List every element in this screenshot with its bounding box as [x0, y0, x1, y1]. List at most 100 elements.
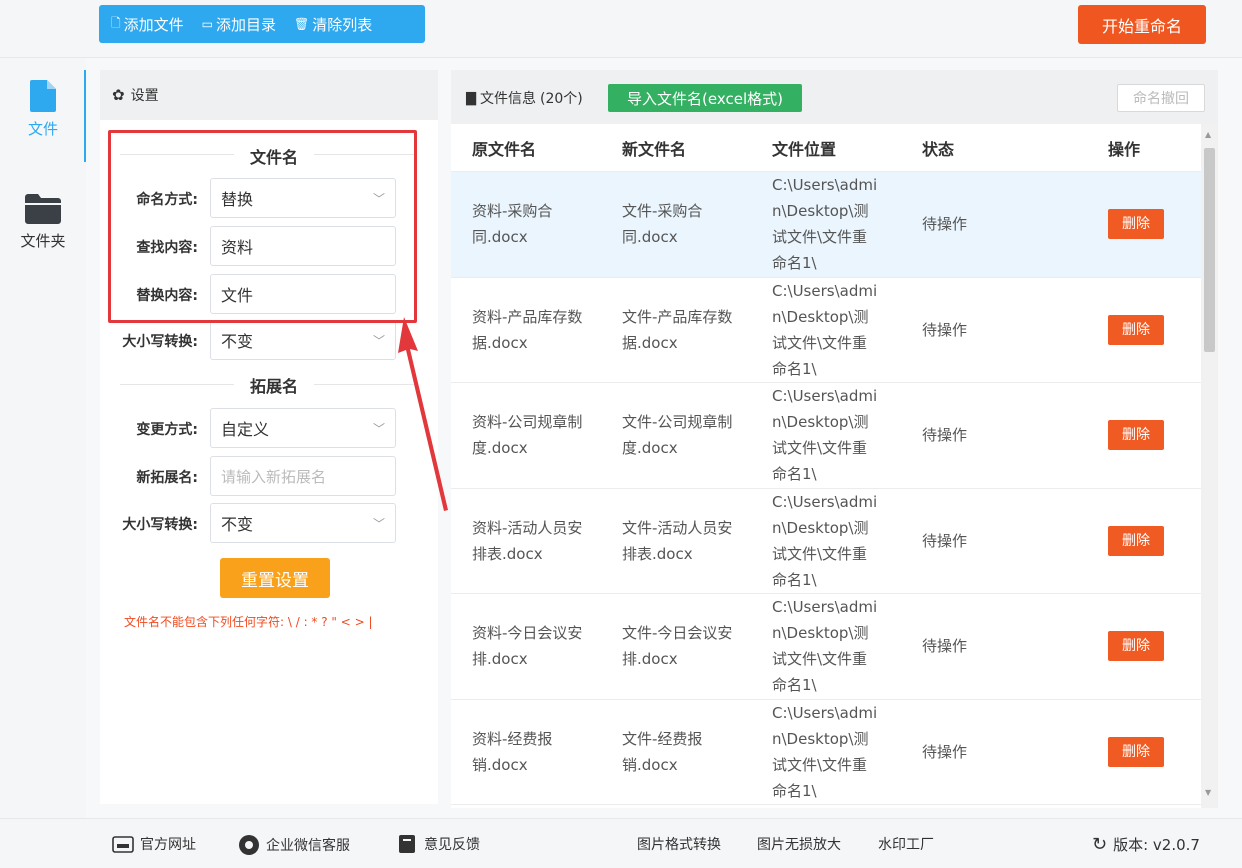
table-row[interactable]: 资料-产品库存数据.docx 文件-产品库存数据.docx C:\Users\a… — [451, 278, 1201, 383]
cell-new-name: 文件-采购合同.docx — [622, 202, 703, 247]
cell-location: C:\Users\admin\Desktop\测试文件\文件重命名1\ — [772, 598, 878, 695]
image-convert-label: 图片格式转换 — [637, 837, 721, 853]
image-enlarge-label: 图片无损放大 — [757, 837, 841, 853]
delete-button[interactable]: 删除 — [1108, 209, 1164, 240]
naming-mode-select[interactable]: 替换 ﹀ — [210, 178, 396, 218]
ext-mode-select[interactable]: 自定义 ﹀ — [210, 408, 396, 448]
delete-button[interactable]: 删除 — [1108, 736, 1164, 767]
ext-case-value: 不变 — [221, 515, 254, 534]
nav-item-folder[interactable]: 文件夹 — [0, 194, 86, 251]
cell-location: C:\Users\admin\Desktop\测试文件\文件重命名1\ — [772, 387, 878, 484]
case-select[interactable]: 不变 ﹀ — [210, 320, 396, 360]
col-new-name: 新文件名 — [622, 139, 687, 159]
col-original-name: 原文件名 — [472, 139, 537, 159]
replace-input[interactable]: 文件 — [210, 274, 396, 314]
cell-status: 待操作 — [922, 426, 968, 445]
files-title-text: 文件信息 — [480, 91, 536, 107]
image-enlarge-link[interactable]: 图片无损放大 — [757, 834, 841, 854]
watermark-link[interactable]: 水印工厂 — [878, 834, 934, 854]
scroll-thumb[interactable] — [1204, 148, 1215, 352]
scroll-down-icon[interactable]: ▼ — [1205, 788, 1211, 797]
col-action: 操作 — [1108, 139, 1141, 159]
table-scrollbar[interactable]: ▲ ▼ — [1201, 124, 1218, 808]
ext-case-label: 大小写转换: — [122, 517, 198, 533]
wechat-icon — [239, 835, 259, 855]
case-value: 不变 — [221, 332, 254, 351]
col-location: 文件位置 — [772, 139, 837, 159]
delete-button[interactable]: 删除 — [1108, 525, 1164, 556]
clear-list-button[interactable]: 🗑 清除列表 — [294, 14, 372, 35]
add-file-button[interactable]: 🗋 添加文件 — [111, 14, 184, 35]
chevron-down-icon: ﹀ — [372, 192, 385, 206]
gear-icon: ✿ — [112, 86, 125, 104]
undo-rename-button[interactable]: 命名撤回 — [1117, 84, 1205, 112]
col-status: 状态 — [922, 139, 955, 159]
cell-new-name: 文件-今日会议安排.docx — [622, 624, 733, 669]
cell-status: 待操作 — [922, 215, 968, 234]
feedback-label: 意见反馈 — [424, 837, 480, 853]
scroll-up-icon[interactable]: ▲ — [1205, 130, 1211, 139]
start-rename-button[interactable]: 开始重命名 — [1078, 5, 1206, 44]
ext-mode-value: 自定义 — [221, 420, 270, 439]
cell-new-name: 文件-活动人员安排表.docx — [622, 518, 733, 563]
new-ext-placeholder: 请输入新拓展名 — [221, 467, 327, 486]
wechat-service-link[interactable]: 企业微信客服 — [238, 834, 350, 856]
trash-icon: 🗑 — [294, 17, 310, 31]
extension-section-title: 拓展名 — [234, 373, 314, 397]
replace-label: 替换内容: — [136, 288, 198, 304]
cell-status: 待操作 — [922, 320, 968, 339]
reset-settings-button[interactable]: 重置设置 — [220, 558, 330, 598]
files-header: ▇ 文件信息 (20个) 导入文件名(excel格式) 命名撤回 — [451, 70, 1218, 124]
settings-header: ✿ 设置 — [100, 70, 438, 120]
cell-status: 待操作 — [922, 742, 968, 761]
files-panel: ▇ 文件信息 (20个) 导入文件名(excel格式) 命名撤回 原文件名 新文… — [451, 70, 1218, 808]
replace-value: 文件 — [221, 286, 254, 305]
wechat-label: 企业微信客服 — [266, 838, 350, 854]
website-icon — [112, 836, 134, 853]
find-input[interactable]: 资料 — [210, 226, 396, 266]
footer-bar: 官方网址 企业微信客服 意见反馈 图片格式转换 图片无损放大 水印工厂 ↻ 版本… — [0, 818, 1242, 868]
website-link[interactable]: 官方网址 — [112, 834, 196, 854]
table-row[interactable]: 资料-公司规章制度.docx 文件-公司规章制度.docx C:\Users\a… — [451, 383, 1201, 489]
settings-panel: ✿ 设置 文件名 命名方式: 替换 ﹀ 查找内容: 资料 替换内容: 文件 大小… — [100, 70, 438, 804]
cell-location: C:\Users\admin\Desktop\测试文件\文件重命名1\ — [772, 703, 878, 800]
naming-mode-value: 替换 — [221, 190, 254, 209]
invalid-chars-warning: 文件名不能包含下列任何字符: \ / : * ? " < > | — [124, 615, 373, 629]
folder-icon: ▭ — [201, 17, 214, 31]
cell-original-name: 资料-活动人员安排表.docx — [472, 518, 583, 563]
delete-button[interactable]: 删除 — [1108, 314, 1164, 345]
file-icon: 🗋 — [111, 15, 121, 30]
delete-button[interactable]: 删除 — [1108, 420, 1164, 451]
add-dir-button[interactable]: ▭ 添加目录 — [202, 14, 276, 35]
clear-list-label: 清除列表 — [312, 15, 373, 34]
table-row[interactable]: 资料-活动人员安排表.docx 文件-活动人员安排表.docx C:\Users… — [451, 489, 1201, 594]
import-excel-button[interactable]: 导入文件名(excel格式) — [608, 84, 802, 112]
version-label: 版本: v2.0.7 — [1113, 836, 1200, 854]
delete-button[interactable]: 删除 — [1108, 631, 1164, 662]
table-row[interactable]: 资料-经费报销.docx 文件-经费报销.docx C:\Users\admin… — [451, 700, 1201, 805]
cell-original-name: 资料-今日会议安排.docx — [472, 624, 583, 669]
table-row[interactable]: 资料-今日会议安排.docx 文件-今日会议安排.docx C:\Users\a… — [451, 594, 1201, 700]
table-row[interactable]: 资料-采购合同.docx 文件-采购合同.docx C:\Users\admin… — [451, 172, 1201, 278]
folder-icon — [25, 194, 61, 224]
settings-title: 设置 — [130, 88, 159, 104]
top-toolbar: 🗋 添加文件 ▭ 添加目录 🗑 清除列表 开始重命名 — [0, 0, 1242, 58]
refresh-icon: ↻ — [1092, 834, 1108, 855]
naming-mode-label: 命名方式: — [136, 192, 198, 208]
cell-original-name: 资料-产品库存数据.docx — [472, 307, 583, 352]
website-label: 官方网址 — [140, 837, 196, 853]
ext-mode-label: 变更方式: — [136, 422, 198, 438]
chevron-down-icon: ﹀ — [372, 334, 385, 348]
nav-item-file[interactable]: 文件 — [0, 70, 86, 162]
cell-original-name: 资料-采购合同.docx — [472, 202, 553, 247]
file-button-group: 🗋 添加文件 ▭ 添加目录 🗑 清除列表 — [99, 5, 425, 43]
version-info[interactable]: ↻ 版本: v2.0.7 — [1092, 834, 1200, 855]
table-body: 资料-采购合同.docx 文件-采购合同.docx C:\Users\admin… — [451, 172, 1201, 805]
new-ext-input[interactable]: 请输入新拓展名 — [210, 456, 396, 496]
feedback-link[interactable]: 意见反馈 — [398, 834, 480, 854]
feedback-icon — [399, 835, 415, 853]
nav-folder-label: 文件夹 — [20, 232, 66, 250]
ext-case-select[interactable]: 不变 ﹀ — [210, 503, 396, 543]
image-convert-link[interactable]: 图片格式转换 — [637, 834, 721, 854]
file-icon — [30, 80, 56, 112]
